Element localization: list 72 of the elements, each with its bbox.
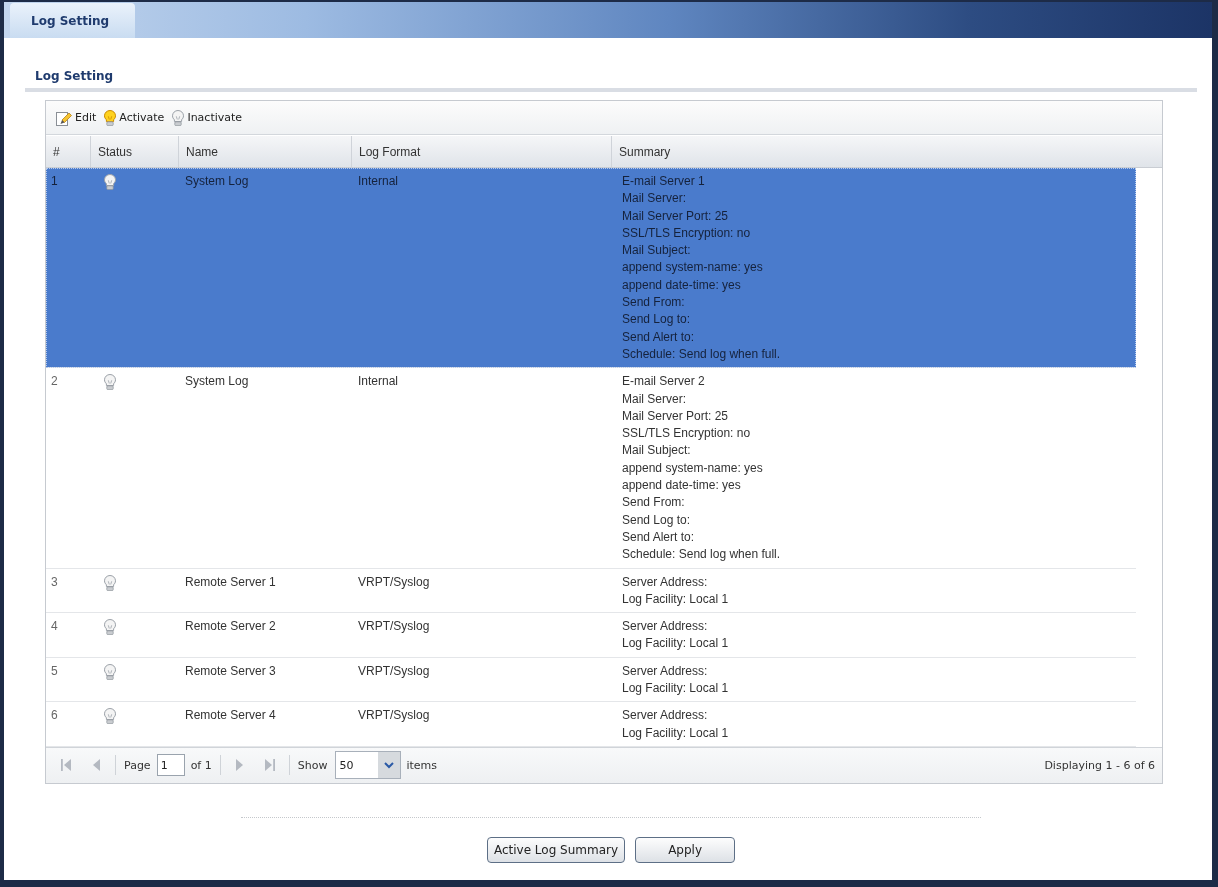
- column-header[interactable]: Summary: [612, 136, 1162, 167]
- table-cell-text: VRPT/Syslog: [357, 573, 431, 591]
- page-field[interactable]: 1: [156, 754, 185, 777]
- summary-line: Server Address:: [622, 618, 709, 636]
- summary-line: append date-time: yes: [622, 477, 742, 495]
- table-cell-text: VRPT/Syslog: [357, 618, 431, 636]
- summary-line: append system-name: yes: [622, 459, 764, 477]
- pager-label: of 1: [190, 758, 212, 772]
- summary-line: Schedule: Send log when full.: [622, 345, 782, 363]
- table-cell-text: VRPT/Syslog: [357, 707, 431, 725]
- apply-button[interactable]: Apply: [635, 836, 736, 863]
- table-cell-text: 2: [50, 373, 59, 391]
- summary-line: Server Address:: [622, 707, 709, 725]
- summary-line: append date-time: yes: [622, 276, 742, 294]
- summary-line: Mail Server Port: 25: [622, 407, 730, 425]
- column-header[interactable]: Name: [179, 136, 352, 167]
- summary-line: Log Facility: Local 1: [622, 590, 730, 608]
- section-title: Log Setting: [34, 68, 115, 84]
- table-cell-text: Remote Server 1: [184, 573, 277, 591]
- summary-line: Send Log to:: [622, 511, 692, 529]
- summary-line: Send Log to:: [622, 311, 692, 329]
- column-header[interactable]: #: [46, 136, 91, 167]
- summary-line: Mail Server Port: 25: [622, 207, 730, 225]
- summary-line: Mail Server:: [622, 390, 687, 408]
- summary-line: Schedule: Send log when full.: [622, 546, 782, 564]
- summary-line: Send Alert to:: [622, 328, 696, 346]
- summary-line: SSL/TLS Encryption: no: [622, 425, 752, 443]
- table-cell-text: 6: [50, 707, 59, 725]
- table-cell-text: 3: [50, 573, 59, 591]
- summary-line: Send From:: [622, 494, 686, 512]
- summary-line: append system-name: yes: [622, 259, 764, 277]
- pager-label: items: [406, 758, 438, 772]
- lightbulb-icon: [172, 109, 185, 126]
- chevron-down-icon[interactable]: [378, 752, 401, 779]
- summary-line: E-mail Server 2: [622, 373, 706, 391]
- table-cell-text: Remote Server 4: [184, 707, 277, 725]
- summary-line: Mail Server:: [622, 190, 687, 208]
- pager-label: Show: [297, 758, 328, 772]
- table-row[interactable]: [46, 168, 1136, 369]
- tab[interactable]: Log Setting: [10, 3, 135, 38]
- activate-button[interactable]: Activate: [102, 109, 167, 126]
- table-cell-text: VRPT/Syslog: [357, 662, 431, 680]
- inactivate-button[interactable]: Inactivate: [170, 109, 245, 126]
- active-log-summary-button[interactable]: Active Log Summary: [486, 836, 626, 863]
- summary-line: Log Facility: Local 1: [622, 680, 730, 697]
- summary-line: Mail Subject:: [622, 442, 692, 460]
- summary-line: Server Address:: [622, 662, 709, 680]
- summary-line: E-mail Server 1: [622, 173, 706, 190]
- table-cell-text: Remote Server 3: [184, 662, 277, 680]
- table-cell-text: 1: [50, 173, 59, 190]
- display-count: Displaying 1 - 6 of 6: [1044, 758, 1155, 772]
- column-header[interactable]: Log Format: [352, 136, 612, 167]
- summary-line: Log Facility: Local 1: [622, 635, 730, 653]
- page-size-dropdown[interactable]: 50: [335, 751, 402, 780]
- table-cell-text: Remote Server 2: [184, 618, 277, 636]
- summary-line: Mail Subject:: [622, 242, 692, 260]
- table-cell-text: 4: [50, 618, 59, 636]
- pencil-icon: [56, 109, 72, 126]
- column-header[interactable]: Status: [91, 136, 179, 167]
- summary-line: Server Address:: [622, 573, 709, 591]
- lightbulb-icon: [104, 109, 117, 126]
- table-cell-text: Internal: [357, 173, 400, 190]
- edit-button[interactable]: Edit: [54, 109, 99, 126]
- pager-label: Page: [124, 758, 151, 772]
- summary-line: Send From:: [622, 294, 686, 312]
- table-cell-text: System Log: [184, 173, 250, 190]
- summary-line: Log Facility: Local 1: [622, 724, 730, 742]
- table-cell-text: System Log: [184, 373, 250, 391]
- summary-line: SSL/TLS Encryption: no: [622, 224, 752, 242]
- summary-line: Send Alert to:: [622, 528, 696, 546]
- table-cell-text: 5: [50, 662, 59, 680]
- table-cell-text: Internal: [357, 373, 400, 391]
